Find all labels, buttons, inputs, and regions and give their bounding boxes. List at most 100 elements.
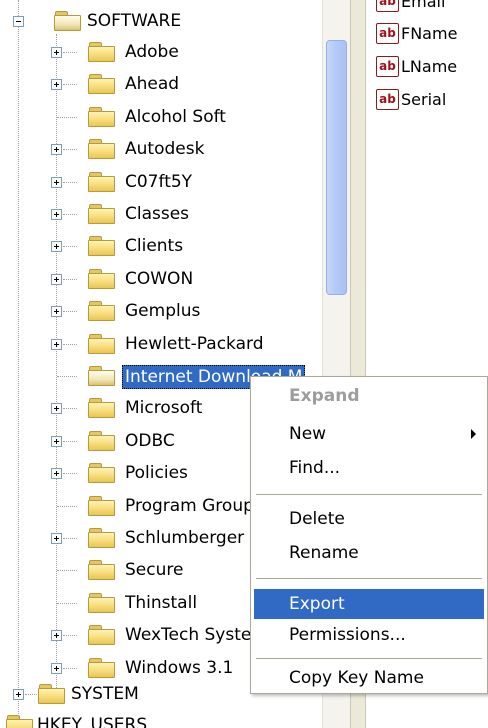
folder-icon [88,430,116,452]
value-item[interactable]: ab Serial [376,86,446,112]
tree-line [57,505,77,507]
collapse-icon[interactable] [13,16,24,27]
tree-item[interactable]: Ahead [0,69,322,100]
tree-line [63,440,77,442]
tree-line [63,278,77,280]
tree-line [63,84,77,86]
folder-icon [88,74,116,95]
tree-item[interactable]: Adobe [0,37,322,68]
menu-item-find[interactable]: Find... [254,453,484,483]
expand-icon[interactable] [51,176,62,188]
tree-item-label: Thinstall [125,592,198,613]
tree-item-label: Secure [125,560,184,581]
submenu-arrow-icon [471,429,476,439]
scrollbar-thumb[interactable] [326,40,347,295]
expand-icon[interactable] [51,533,62,544]
menu-item-delete[interactable]: Delete [254,504,484,534]
folder-icon [88,106,116,128]
value-item[interactable]: ab FName [376,20,457,46]
menu-item-label: New [289,424,327,444]
expand-icon[interactable] [51,435,62,447]
expand-icon[interactable] [51,468,62,480]
tree-line [57,116,77,118]
expand-icon[interactable] [51,79,62,91]
tree-item-label: Clients [125,236,184,257]
value-name: Email [401,0,446,11]
folder-icon [88,42,116,63]
expand-icon[interactable] [51,630,62,642]
tree-line [63,311,77,313]
tree-item-label: Windows 3.1 [125,657,234,678]
menu-item-copy-key-name[interactable]: Copy Key Name [254,663,484,693]
menu-item-new[interactable]: New [254,419,484,449]
tree-item-label: Gemplus [125,301,201,322]
expand-icon[interactable] [51,241,62,253]
expand-icon[interactable] [51,273,62,285]
tree-line [63,538,77,539]
folder-icon [88,528,116,549]
tree-item-label: Hewlett-Packard [125,333,264,354]
expand-icon[interactable] [13,689,24,700]
tree-item-label: Autodesk [125,139,205,160]
tree-item-label: C07ft5Y [125,171,193,192]
tree-item-software[interactable]: SOFTWARE [0,6,322,37]
expand-icon[interactable] [51,306,62,318]
menu-item-export[interactable]: Export [254,589,484,619]
menu-separator [256,658,482,659]
tree-item-label: Program Groups [125,495,263,516]
string-value-icon: ab [376,22,399,44]
tree-line [63,473,77,475]
menu-item-permissions[interactable]: Permissions... [254,620,484,650]
tree-line [63,214,77,215]
tree-line [57,602,77,604]
expand-icon[interactable] [51,662,62,674]
folder-icon [88,236,116,257]
folder-icon [88,268,116,290]
string-value-icon: ab [376,88,399,110]
expand-icon[interactable] [51,403,62,415]
value-item[interactable]: ab Email [376,0,445,14]
tree-item-label: COWON [125,268,194,289]
tree-line [63,635,77,637]
expand-icon[interactable] [51,47,62,58]
tree-item[interactable]: Alcohol Soft [0,102,322,133]
tree-item[interactable]: Gemplus [0,296,322,327]
tree-item-label: Adobe [125,42,179,62]
folder-icon [88,139,116,160]
tree-line [63,181,77,183]
tree-item[interactable]: Autodesk [0,134,322,165]
folder-icon [88,171,116,193]
menu-item-rename[interactable]: Rename [254,538,484,568]
menu-separator [256,578,482,579]
context-menu[interactable]: Expand New Find... Delete Rename Export … [250,376,488,694]
folder-icon [88,592,116,614]
tree-item-label: SYSTEM [71,684,139,704]
open-folder-icon [54,11,82,32]
tree-line [63,149,77,151]
folder-icon [88,657,116,679]
tree-line [63,246,77,248]
tree-item-label: Policies [125,463,188,484]
menu-separator [256,494,482,495]
tree-line [63,408,77,410]
tree-item[interactable]: COWON [0,264,322,295]
tree-item-hkey-users[interactable]: HKEY_USERS [0,710,322,728]
tree-item[interactable]: C07ft5Y [0,167,322,198]
expand-icon[interactable] [51,144,62,156]
value-name: LName [401,56,458,76]
tree-line [57,570,77,572]
tree-item-label: HKEY_USERS [37,715,148,728]
folder-icon [38,684,66,705]
menu-item-expand: Expand [289,386,360,406]
tree-item-label: Microsoft [125,398,203,419]
folder-icon [88,560,116,581]
tree-line [63,52,77,53]
expand-icon[interactable] [51,338,62,350]
expand-icon[interactable] [51,209,62,220]
folder-icon [88,204,116,225]
tree-item[interactable]: Classes [0,199,322,230]
tree-item[interactable]: Clients [0,231,322,262]
tree-item[interactable]: Hewlett-Packard [0,329,322,360]
value-name: Serial [401,89,447,109]
value-item[interactable]: ab LName [376,53,457,79]
